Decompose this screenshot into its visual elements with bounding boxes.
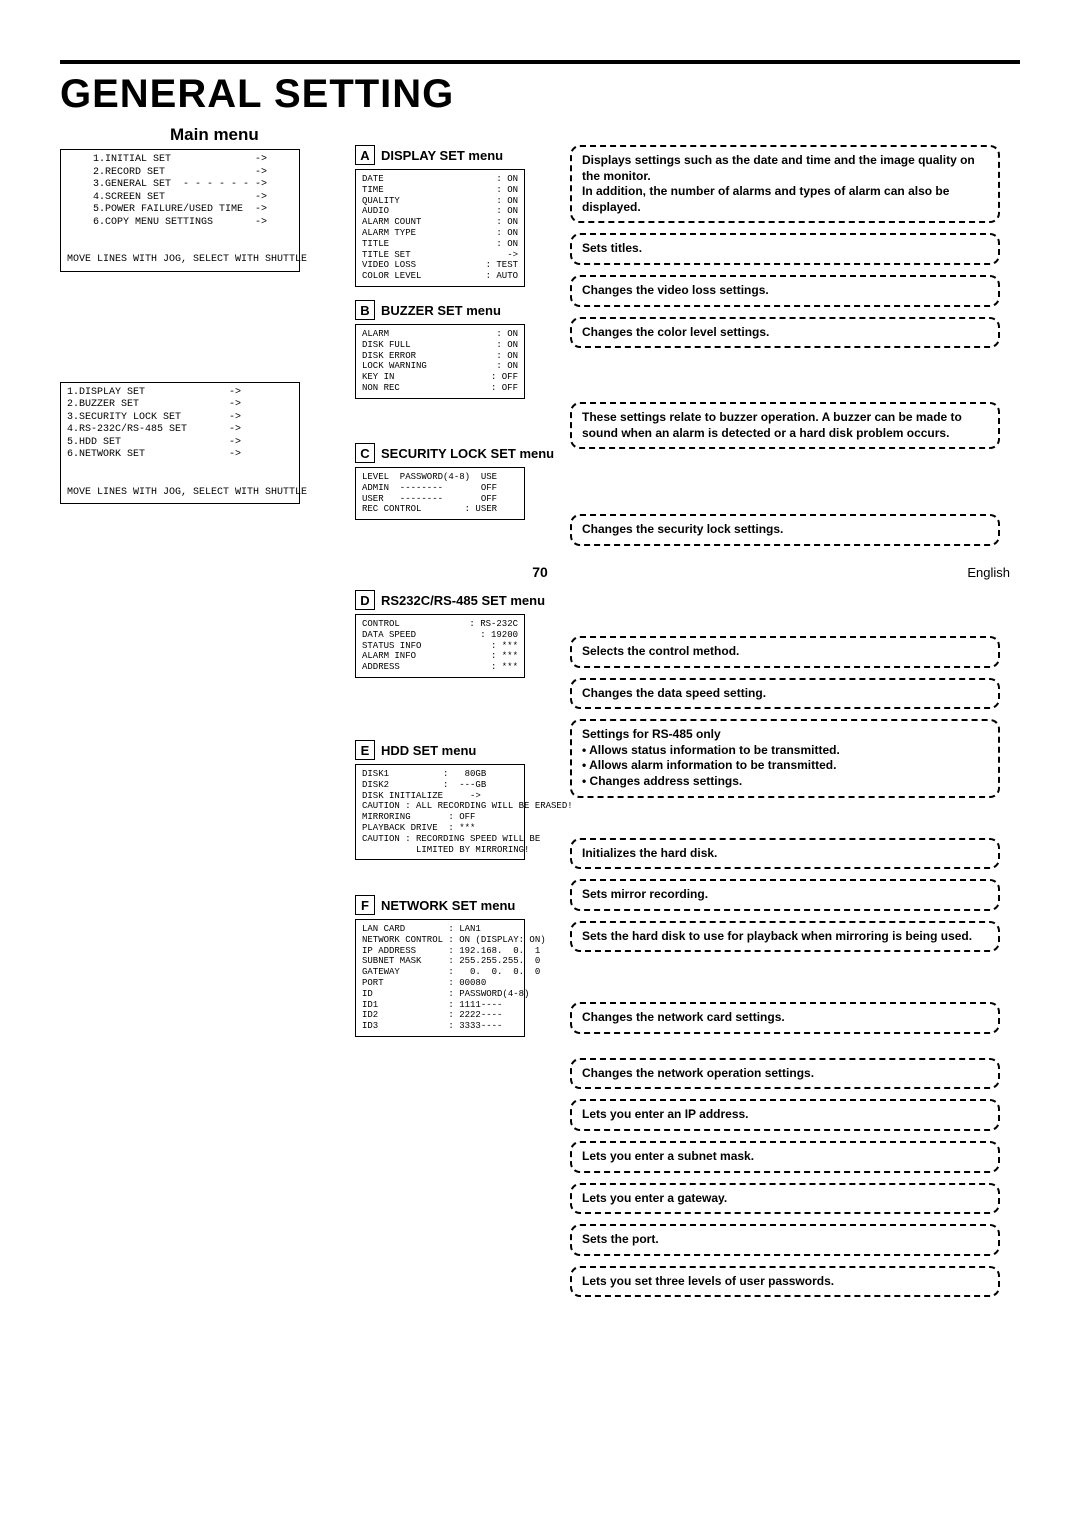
- callout-11: Sets the hard disk to use for playback w…: [570, 921, 1000, 953]
- callout-0: Displays settings such as the date and t…: [570, 145, 1000, 223]
- section-title-B: BBUZZER SET menu: [355, 300, 525, 320]
- page-title: GENERAL SETTING: [60, 72, 1020, 117]
- callout-14: Lets you enter an IP address.: [570, 1099, 1000, 1131]
- callout-2: Changes the video loss settings.: [570, 275, 1000, 307]
- callout-5: Changes the security lock settings.: [570, 514, 1000, 546]
- callout-12: Changes the network card settings.: [570, 1002, 1000, 1034]
- callout-3: Changes the color level settings.: [570, 317, 1000, 349]
- osd-general-set: 1.DISPLAY SET -> 2.BUZZER SET -> 3.SECUR…: [60, 382, 300, 505]
- language-label: English: [967, 565, 1010, 580]
- callout-10: Sets mirror recording.: [570, 879, 1000, 911]
- osd-E: DISK1 : 80GBDISK2 : ---GBDISK INITIALIZE…: [355, 764, 525, 860]
- callout-8: Settings for RS-485 only • Allows status…: [570, 719, 1000, 797]
- osd-F: LAN CARD : LAN1NETWORK CONTROL : ON (DIS…: [355, 919, 525, 1037]
- section-title-E: EHDD SET menu: [355, 740, 525, 760]
- osd-main-menu: 1.INITIAL SET -> 2.RECORD SET -> 3.GENER…: [60, 149, 300, 272]
- callout-9: Initializes the hard disk.: [570, 838, 1000, 870]
- callout-17: Sets the port.: [570, 1224, 1000, 1256]
- main-menu-label: Main menu: [170, 125, 320, 145]
- callout-15: Lets you enter a subnet mask.: [570, 1141, 1000, 1173]
- section-title-D: DRS232C/RS-485 SET menu: [355, 590, 545, 610]
- osd-C: LEVEL PASSWORD(4-8) USEADMIN -------- OF…: [355, 467, 525, 520]
- osd-D: CONTROL: RS-232CDATA SPEED: 19200STATUS …: [355, 614, 525, 678]
- osd-A: DATE: ONTIME: ONQUALITY: ONAUDIO: ONALAR…: [355, 169, 525, 287]
- callout-1: Sets titles.: [570, 233, 1000, 265]
- callout-18: Lets you set three levels of user passwo…: [570, 1266, 1000, 1298]
- section-title-F: FNETWORK SET menu: [355, 895, 525, 915]
- section-title-C: CSECURITY LOCK SET menu: [355, 443, 554, 463]
- callout-7: Changes the data speed setting.: [570, 678, 1000, 710]
- callout-4: These settings relate to buzzer operatio…: [570, 402, 1000, 449]
- osd-B: ALARM: ONDISK FULL: ONDISK ERROR: ONLOCK…: [355, 324, 525, 399]
- callout-16: Lets you enter a gateway.: [570, 1183, 1000, 1215]
- callout-6: Selects the control method.: [570, 636, 1000, 668]
- section-title-A: ADISPLAY SET menu: [355, 145, 525, 165]
- callout-13: Changes the network operation settings.: [570, 1058, 1000, 1090]
